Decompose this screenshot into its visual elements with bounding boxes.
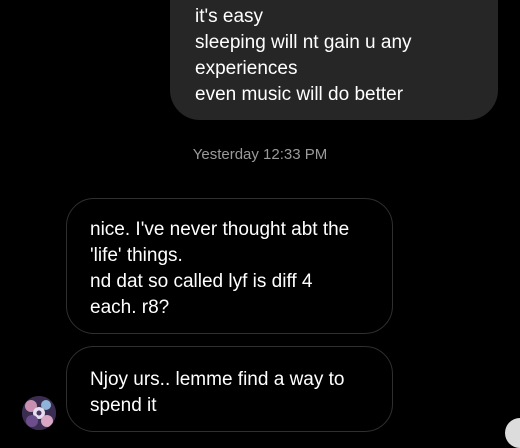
received-message-bubble[interactable]: nice. I've never thought abt the 'life' … — [66, 198, 393, 334]
message-line: it's easy — [195, 6, 264, 27]
message-line: nice. I've never thought abt the — [90, 219, 350, 240]
message-line: nd dat so called lyf is diff 4 — [90, 271, 313, 292]
message-line: spend it — [90, 395, 157, 416]
message-line: sleeping will nt gain u any — [195, 32, 412, 53]
received-message-bubble[interactable]: Njoy urs.. lemme find a way to spend it — [66, 346, 393, 432]
message-line: Njoy urs.. lemme find a way to — [90, 369, 345, 390]
message-line: each. r8? — [90, 297, 170, 318]
sent-message-bubble[interactable]: it's easy sleeping will nt gain u any ex… — [170, 0, 498, 120]
message-timestamp: Yesterday 12:33 PM — [192, 146, 328, 163]
message-line: experiences — [195, 58, 298, 79]
avatar[interactable] — [22, 396, 56, 430]
profile-picture-icon — [22, 396, 56, 430]
scroll-down-button[interactable] — [505, 418, 520, 448]
message-line: 'life' things. — [90, 245, 183, 266]
message-line: even music will do better — [195, 84, 404, 105]
